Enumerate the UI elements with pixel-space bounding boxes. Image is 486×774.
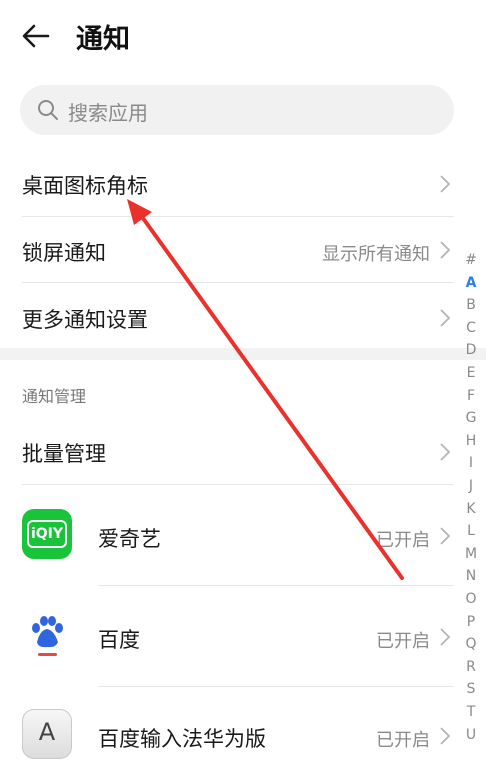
index-letter-j[interactable]: J bbox=[460, 478, 482, 494]
row-more-notification-settings[interactable]: 更多通知设置 bbox=[0, 282, 486, 348]
index-letter-m[interactable]: M bbox=[460, 546, 482, 562]
index-letter-f[interactable]: F bbox=[460, 388, 482, 404]
app-row-iqiyi[interactable]: iQIY 爱奇艺 已开启 bbox=[0, 485, 486, 585]
row-value: 显示所有通知 bbox=[322, 244, 430, 265]
index-letter-s[interactable]: S bbox=[460, 681, 482, 697]
page-title: 通知 bbox=[76, 24, 130, 55]
index-letter-t[interactable]: T bbox=[460, 704, 482, 720]
index-letter-o[interactable]: O bbox=[460, 591, 482, 607]
search-icon bbox=[38, 100, 58, 120]
index-letter-n[interactable]: N bbox=[460, 568, 482, 584]
section-separator bbox=[0, 348, 486, 360]
index-letter-d[interactable]: D bbox=[460, 342, 482, 358]
ime-icon-letter: A bbox=[38, 718, 56, 746]
index-letter-c[interactable]: C bbox=[460, 320, 482, 336]
row-batch-manage[interactable]: 批量管理 bbox=[0, 418, 486, 484]
index-letter-i[interactable]: I bbox=[460, 455, 482, 471]
baidu-paw-icon bbox=[32, 616, 63, 656]
row-lockscreen-notification[interactable]: 锁屏通知 显示所有通知 bbox=[0, 216, 486, 282]
app-row-baidu[interactable]: 百度 已开启 bbox=[0, 586, 486, 686]
row-desktop-icon-badge[interactable]: 桌面图标角标 bbox=[0, 150, 486, 216]
index-letter-l[interactable]: L bbox=[460, 523, 482, 539]
chevron-right-icon bbox=[440, 443, 451, 461]
app-name: 百度输入法华为版 bbox=[98, 727, 266, 751]
index-letter-q[interactable]: Q bbox=[460, 636, 482, 652]
index-letter-g[interactable]: G bbox=[460, 410, 482, 426]
chevron-right-icon bbox=[440, 175, 451, 193]
app-status: 已开启 bbox=[376, 730, 430, 751]
app-status: 已开启 bbox=[376, 530, 430, 551]
row-label: 锁屏通知 bbox=[22, 241, 106, 265]
chevron-right-icon bbox=[440, 309, 451, 327]
app-header: 通知 bbox=[0, 0, 486, 72]
chevron-right-icon bbox=[440, 727, 451, 745]
app-row-baidu-ime[interactable]: A 百度输入法华为版 已开启 bbox=[0, 687, 486, 774]
index-letter-u[interactable]: U bbox=[460, 727, 482, 743]
iqiyi-logo-text: iQIY bbox=[27, 520, 67, 548]
index-letter-a[interactable]: A bbox=[460, 275, 482, 291]
baidu-ime-app-icon: A bbox=[22, 709, 72, 759]
index-letter-h[interactable]: H bbox=[460, 433, 482, 449]
row-label: 更多通知设置 bbox=[22, 308, 148, 332]
index-letter-r[interactable]: R bbox=[460, 659, 482, 675]
section-title: 通知管理 bbox=[22, 387, 87, 406]
row-label: 桌面图标角标 bbox=[22, 174, 148, 198]
back-arrow-icon[interactable] bbox=[18, 18, 54, 54]
index-letter-hash[interactable]: # bbox=[460, 252, 482, 268]
search-bar[interactable]: 搜索应用 bbox=[20, 85, 454, 135]
app-status: 已开启 bbox=[376, 631, 430, 652]
app-name: 百度 bbox=[98, 628, 140, 652]
chevron-right-icon bbox=[440, 241, 451, 259]
search-placeholder: 搜索应用 bbox=[68, 101, 148, 125]
index-letter-k[interactable]: K bbox=[460, 501, 482, 517]
chevron-right-icon bbox=[440, 527, 451, 545]
baidu-app-icon bbox=[22, 610, 72, 660]
chevron-right-icon bbox=[440, 628, 451, 646]
app-name: 爱奇艺 bbox=[98, 527, 161, 551]
index-letter-b[interactable]: B bbox=[460, 297, 482, 313]
index-letter-e[interactable]: E bbox=[460, 365, 482, 381]
index-letter-p[interactable]: P bbox=[460, 614, 482, 630]
iqiyi-app-icon: iQIY bbox=[22, 509, 72, 559]
row-label: 批量管理 bbox=[22, 442, 106, 466]
